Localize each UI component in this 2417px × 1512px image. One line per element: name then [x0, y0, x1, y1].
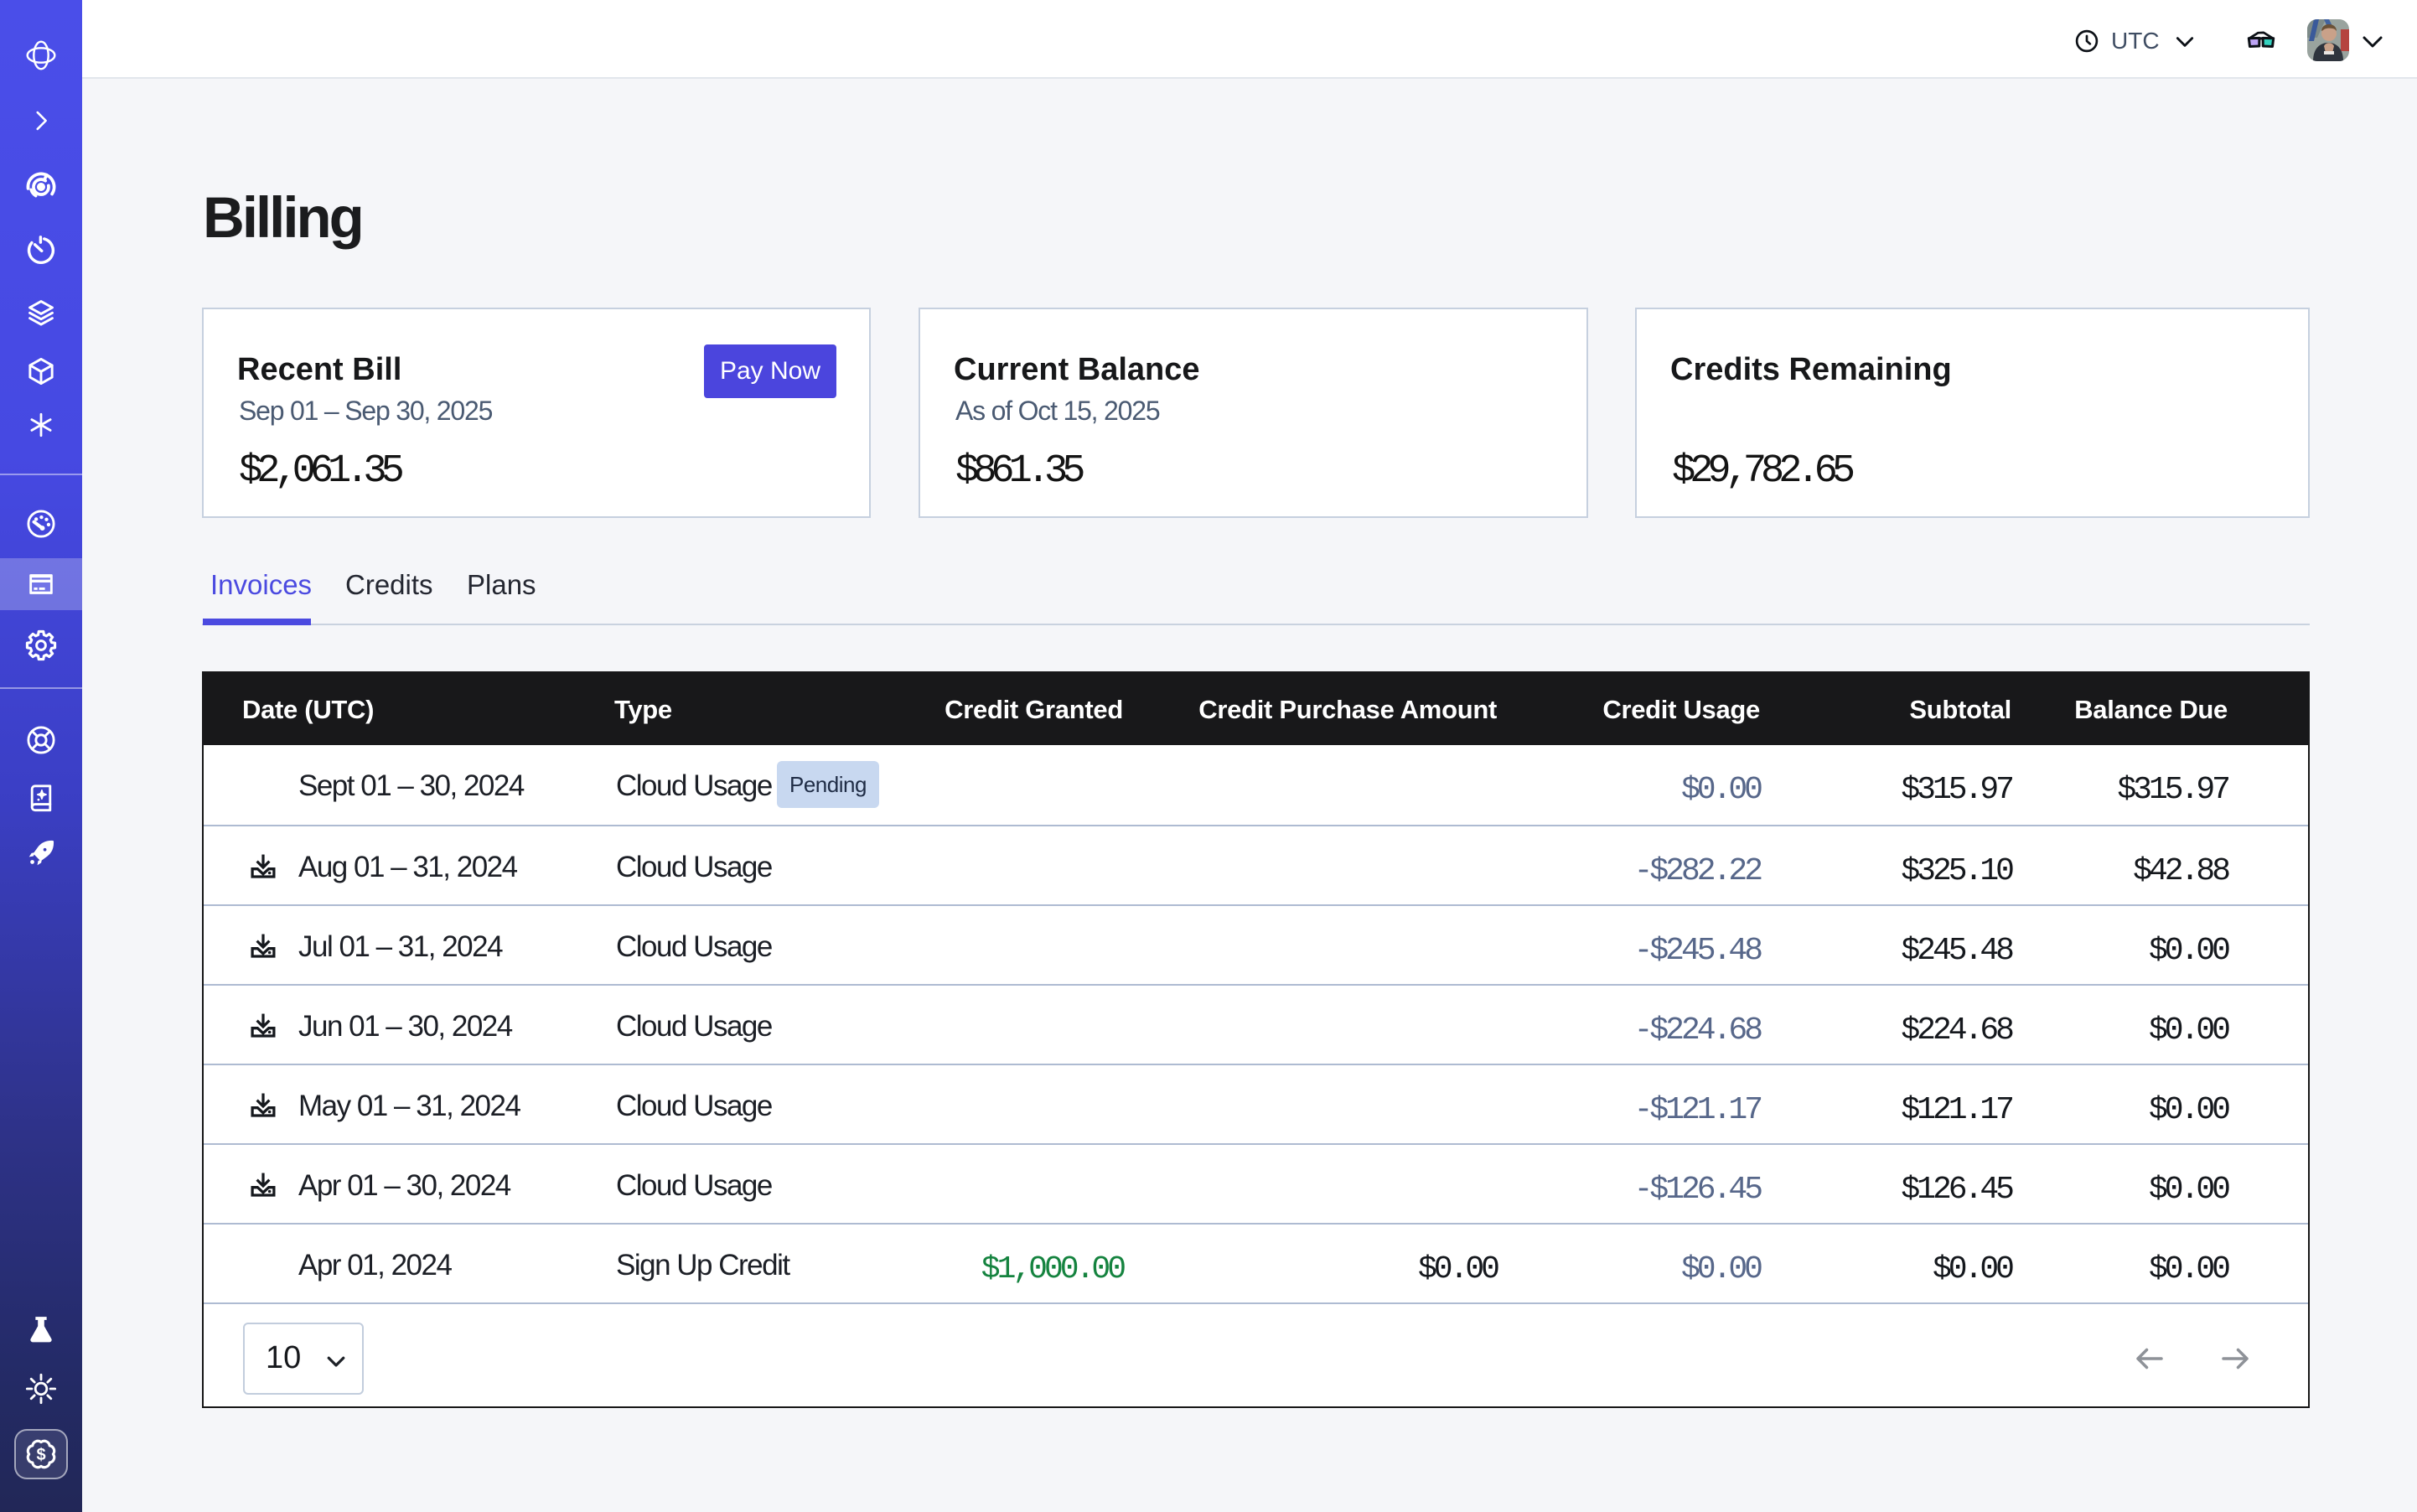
svg-text:$: $ [36, 1446, 45, 1464]
